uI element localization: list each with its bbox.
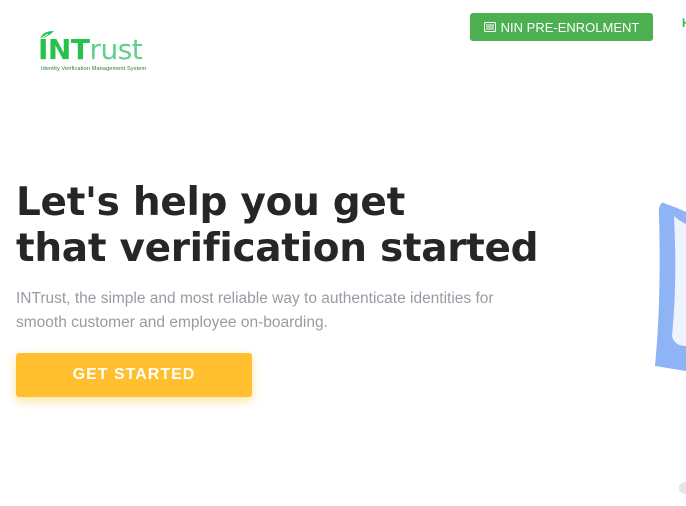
logo-wordmark: INTrust [38, 33, 143, 66]
logo-tagline: Identity Verification Management System [41, 66, 147, 72]
hero-title-line-2: that verification started [16, 226, 539, 271]
hero-title-line-1: Let's help you get [16, 180, 405, 225]
landing-page: INTrust Identity Verification Management… [0, 0, 686, 506]
hero-illustration [655, 202, 686, 494]
nav-link-partial[interactable]: H [682, 16, 686, 30]
nin-pre-enrolment-button[interactable]: NIN PRE-ENROLMENT [470, 13, 653, 41]
id-card-icon [483, 22, 496, 32]
logo-rust-text: rust [89, 33, 143, 66]
nin-button-label: NIN PRE-ENROLMENT [500, 19, 640, 35]
get-started-button[interactable]: GET STARTED [16, 353, 252, 397]
intrust-logo[interactable]: INTrust Identity Verification Management… [38, 31, 160, 78]
hero-title: Let's help you get that verification sta… [16, 180, 539, 272]
hero-subtitle: INTrust, the simple and most reliable wa… [16, 290, 494, 331]
logo-int-text: INT [38, 33, 90, 66]
